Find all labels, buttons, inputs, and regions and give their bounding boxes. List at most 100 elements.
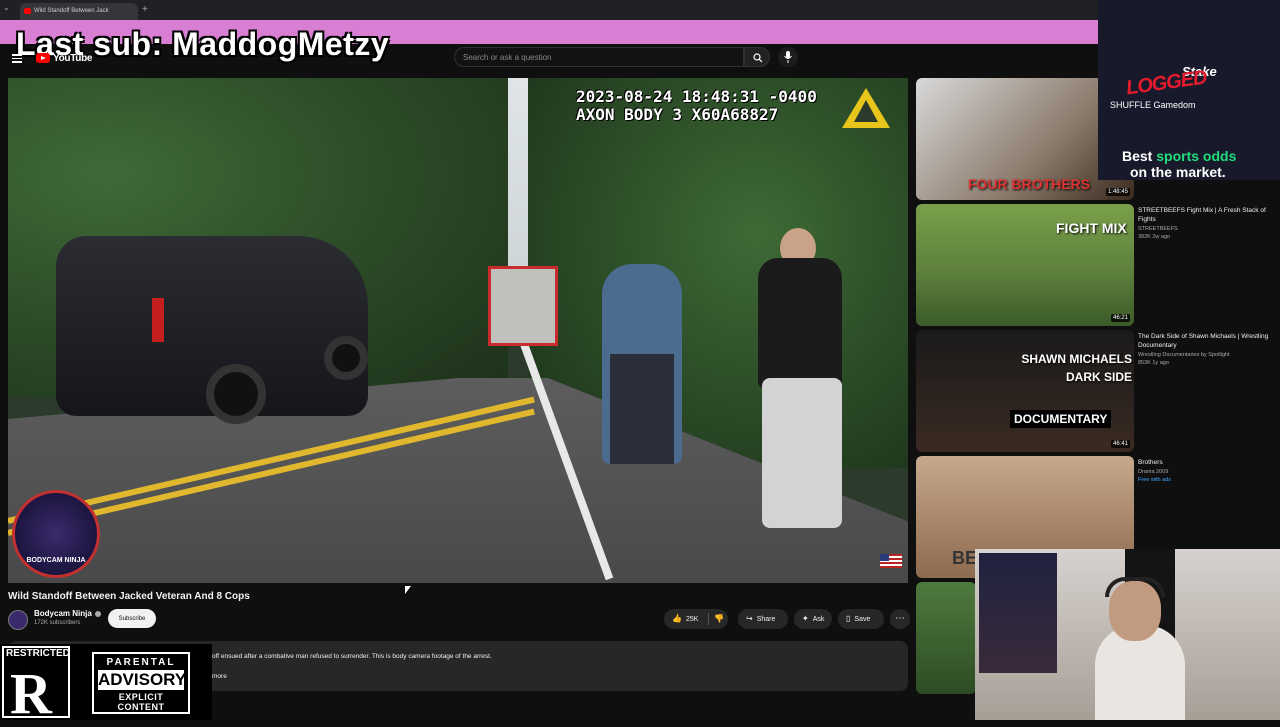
thumbnail-subtext: DOCUMENTARY xyxy=(1010,410,1112,428)
microphone-icon xyxy=(784,51,792,63)
browser-tab[interactable]: Wild Standoff Between Jack xyxy=(20,3,138,20)
search-button[interactable] xyxy=(744,47,770,67)
browser-tab-strip: ⌄ Wild Standoff Between Jack + xyxy=(0,0,1280,20)
share-button[interactable]: ↪ Share xyxy=(738,609,788,629)
ad-stamp: LOGGED xyxy=(1124,66,1208,100)
wall-flag xyxy=(979,553,1057,673)
like-count: 25K xyxy=(685,616,699,623)
recommendation-title[interactable]: STREETBEEFS Fight Mix | A Fresh Stack of… xyxy=(1138,206,1278,224)
video-title: Wild Standoff Between Jacked Veteran And… xyxy=(8,591,250,602)
suv-wheel xyxy=(206,364,266,424)
more-horizontal-icon: ⋯ xyxy=(895,613,905,624)
last-sub-banner: Last sub: MaddogMetzy xyxy=(0,20,1098,62)
more-actions-button[interactable]: ⋯ xyxy=(890,609,910,629)
ad-headline-highlight: sports odds xyxy=(1156,148,1237,164)
recommendation-title[interactable]: The Dark Side of Shawn Michaels | Wrestl… xyxy=(1138,332,1278,350)
thumbnail-text: SHAWN MICHAELS DARK SIDE xyxy=(1021,352,1132,384)
ad-headline-2: on the market. xyxy=(1130,164,1226,180)
recommendation-meta: Brothers Drama 2009 Free with ads xyxy=(1138,458,1278,483)
axon-logo-icon xyxy=(842,88,890,128)
police-officer xyxy=(602,264,682,464)
suv-wheel xyxy=(324,336,368,380)
streamer-webcam xyxy=(975,549,1280,720)
tab-search-icon[interactable]: ⌄ xyxy=(3,3,10,12)
youtube-favicon-icon xyxy=(24,8,31,14)
restricted-letter: R xyxy=(10,661,52,726)
youtube-play-icon xyxy=(36,53,50,63)
youtube-logo-text: YouTube xyxy=(53,52,93,64)
like-button[interactable]: 👍 25K 👎 xyxy=(664,609,728,629)
advisory-line-3: EXPLICIT CONTENT xyxy=(117,692,165,712)
subscribe-button[interactable]: Subscribe xyxy=(108,609,156,628)
recommendation-channel: Drama 2009 xyxy=(1138,469,1169,475)
recommendation-channel: Wrestling Documentaries by Spotlight xyxy=(1138,352,1230,358)
sponsor-ad-overlay: Stake LOGGED SHUFFLE Gamedom Best sports… xyxy=(1098,0,1280,180)
advisory-line-2: ADVISORY xyxy=(98,670,187,690)
search-input[interactable]: Search or ask a question xyxy=(454,47,744,67)
hamburger-menu-icon[interactable] xyxy=(12,54,22,63)
man-shirt xyxy=(758,258,842,388)
fire-truck xyxy=(488,266,558,346)
ad-partners: SHUFFLE Gamedom xyxy=(1110,100,1196,110)
ad-headline-1: Best sports odds xyxy=(1122,148,1236,164)
man-sweatpants xyxy=(762,378,842,528)
search-icon xyxy=(753,53,763,63)
rating-overlay: RESTRICTED R PARENTAL ADVISORY EXPLICIT … xyxy=(0,644,212,726)
save-label: Save xyxy=(854,616,871,623)
recommendation-item[interactable]: FIGHT MIX 46:21 STREETBEEFS Fight Mix | … xyxy=(916,204,1280,326)
voice-search-button[interactable] xyxy=(778,47,798,67)
parental-advisory-label: PARENTAL ADVISORY EXPLICIT CONTENT xyxy=(92,652,190,714)
thumbs-down-icon[interactable]: 👎 xyxy=(714,609,724,629)
subscriber-count: 172K subscribers xyxy=(34,620,81,626)
channel-name-text: Bodycam Ninja xyxy=(34,609,92,618)
bodycam-ninja-badge-logo: BODYCAM NINJA xyxy=(12,490,100,578)
new-tab-icon[interactable]: + xyxy=(142,4,148,15)
bookmark-icon: ▯ xyxy=(846,614,851,623)
youtube-logo[interactable]: YouTube xyxy=(36,52,93,64)
browser-tab-title: Wild Standoff Between Jack xyxy=(34,8,109,14)
timestamp-line-1: 2023-08-24 18:48:31 -0400 xyxy=(576,87,817,106)
advisory-line-1: PARENTAL xyxy=(106,657,176,668)
recommendation-title[interactable]: Brothers xyxy=(1138,458,1278,467)
bodycam-timestamp: 2023-08-24 18:48:31 -0400 AXON BODY 3 X6… xyxy=(576,88,817,124)
timestamp-line-2: AXON BODY 3 X60A68827 xyxy=(576,105,779,124)
man-in-black-shirt xyxy=(740,228,860,528)
restricted-rating: RESTRICTED R xyxy=(2,646,70,726)
badge-text: BODYCAM NINJA xyxy=(26,557,86,564)
recommendation-item[interactable] xyxy=(916,582,976,704)
recommendation-thumbnail[interactable]: FIGHT MIX 46:21 xyxy=(916,204,1134,326)
recommendation-channel: STREETBEEFS xyxy=(1138,226,1178,232)
save-button[interactable]: ▯ Save xyxy=(838,609,884,629)
share-icon: ↪ xyxy=(746,614,753,623)
officer-pants xyxy=(610,354,674,464)
thumbs-up-icon: 👍 xyxy=(672,614,682,623)
video-duration: 46:41 xyxy=(1110,440,1130,448)
thumbnail-text: FIGHT MIX xyxy=(1056,220,1127,236)
youtube-header: YouTube Search or ask a question xyxy=(0,44,1098,72)
thumbnail-text: BE xyxy=(952,548,978,568)
verified-icon xyxy=(94,610,101,617)
channel-name[interactable]: Bodycam Ninja xyxy=(34,609,101,618)
recommendation-thumbnail[interactable]: SHAWN MICHAELS DARK SIDE DOCUMENTARY 46:… xyxy=(916,330,1134,452)
channel-avatar[interactable] xyxy=(8,610,28,630)
description-more-link[interactable]: more xyxy=(212,673,227,680)
us-flag-icon xyxy=(880,554,902,568)
recommendation-stats: 853K 1y ago xyxy=(1138,360,1169,366)
black-suv xyxy=(56,236,368,424)
recommendation-stats: 382K 2w ago xyxy=(1138,234,1171,240)
ad-headline-prefix: Best xyxy=(1122,148,1153,164)
recommendation-meta: STREETBEEFS Fight Mix | A Fresh Stack of… xyxy=(1138,206,1278,240)
recommendation-thumbnail[interactable] xyxy=(916,582,976,694)
suv-tail-light xyxy=(152,298,164,342)
ask-label: Ask xyxy=(812,616,825,623)
recommendation-item[interactable]: SHAWN MICHAELS DARK SIDE DOCUMENTARY 46:… xyxy=(916,330,1280,452)
description-text: off ensued after a combative man refused… xyxy=(212,653,492,660)
recommendation-meta: The Dark Side of Shawn Michaels | Wrestl… xyxy=(1138,332,1278,366)
sparkle-icon: ✦ xyxy=(802,614,809,623)
free-with-ads-badge: Free with ads xyxy=(1138,477,1172,483)
video-duration: 46:21 xyxy=(1110,314,1130,322)
video-player[interactable]: 2023-08-24 18:48:31 -0400 AXON BODY 3 X6… xyxy=(8,78,908,583)
like-divider xyxy=(708,613,709,625)
ask-button[interactable]: ✦ Ask xyxy=(794,609,832,629)
video-duration: 1:48:45 xyxy=(1105,188,1130,196)
